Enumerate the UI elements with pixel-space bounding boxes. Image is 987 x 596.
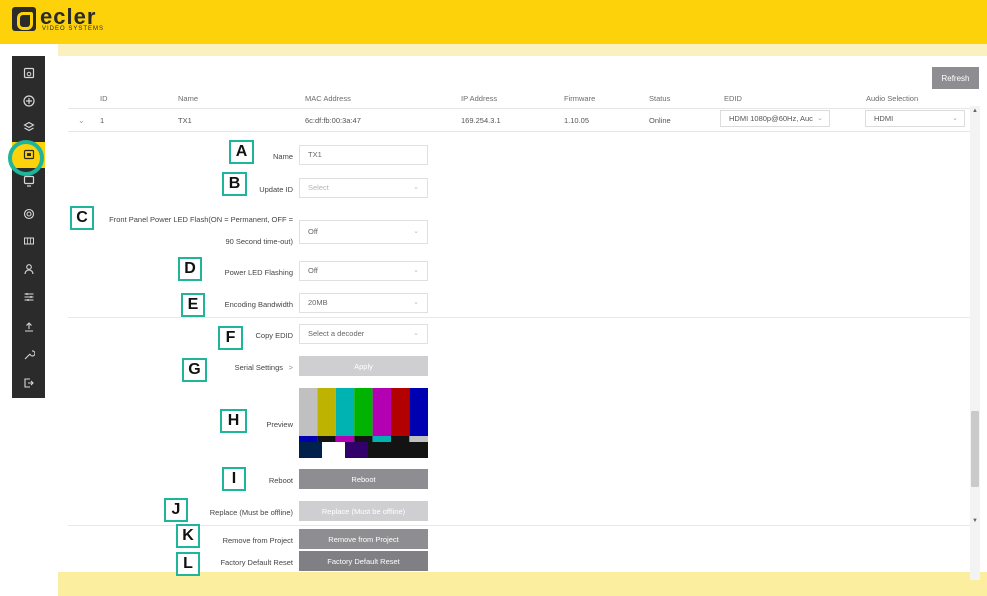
brand-logo: ecler VIDEO SYSTEMS [12,6,104,32]
chevron-down-icon: ⌄ [413,184,419,191]
scrollbar-thumb[interactable] [971,411,979,487]
edid-select[interactable]: HDMI 1080p@60Hz, Auc ⌄ [720,110,830,127]
power-led-label: Power LED Flashing [224,268,293,277]
name-input[interactable]: TX1 [299,145,428,165]
wrench-icon[interactable] [12,342,45,368]
row-name: TX1 [178,116,192,125]
brand-name: ecler [40,4,97,29]
logout-icon[interactable] [12,370,45,396]
plus-circle-icon[interactable] [12,88,45,114]
header-bar: ecler VIDEO SYSTEMS [0,0,987,44]
badge-d: D [178,257,202,281]
badge-h: H [220,409,247,433]
badge-l: L [176,552,200,576]
reboot-button[interactable]: Reboot [299,469,428,489]
bandwidth-select[interactable]: 20MB ⌄ [299,293,428,313]
screen-icon[interactable] [12,60,45,86]
led-flash-label-line2: 90 Second time-out) [225,237,293,246]
chevron-down-icon: ⌄ [413,299,419,306]
audio-selection-select[interactable]: HDMI ⌄ [865,110,965,127]
badge-b: B [222,172,247,196]
refresh-button[interactable]: Refresh [932,67,979,89]
scroll-up-arrow-icon[interactable]: ▲ [970,108,980,118]
header-audio-selection: Audio Selection [866,94,919,103]
chevron-down-icon: ⌄ [817,115,823,122]
active-item-highlight-ring [8,140,44,176]
badge-e: E [181,293,205,317]
section-divider [68,317,973,318]
update-id-select[interactable]: Select ⌄ [299,178,428,198]
chevron-down-icon: ⌄ [413,330,419,337]
layers-icon[interactable] [12,114,45,140]
sidebar [12,56,45,398]
content-top-band [58,44,987,56]
led-flash-label-line1: Front Panel Power LED Flash(ON = Permane… [109,215,293,224]
expand-row-chevron-icon[interactable]: ⌄ [78,116,85,125]
section-divider-2 [68,525,973,526]
copy-edid-select[interactable]: Select a decoder ⌄ [299,324,428,344]
header-edid: EDID [724,94,742,103]
brand-subtitle: VIDEO SYSTEMS [42,26,105,32]
row-ip: 169.254.3.1 [461,116,501,125]
scrollbar-track[interactable] [970,106,980,580]
chevron-down-icon: ⌄ [413,228,419,235]
row-mac: 6c:df:fb:00:3a:47 [305,116,361,125]
row-firmware: 1.10.05 [564,116,590,125]
replace-button[interactable]: Replace (Must be offline) [299,501,428,521]
badge-k: K [176,524,200,548]
header-divider [68,108,973,109]
header-id: ID [100,94,108,103]
app-window: ecler VIDEO SYSTEMS Refresh ID Name MAC … [0,0,987,596]
chevron-right-icon[interactable]: > [285,363,293,372]
header-mac: MAC Address [305,94,351,103]
led-flash-select[interactable]: Off ⌄ [299,220,428,244]
ecler-logo-icon [12,7,36,31]
sliders-icon[interactable] [12,284,45,310]
header-firmware: Firmware [564,94,596,103]
factory-reset-button[interactable]: Factory Default Reset [299,551,428,571]
remove-from-project-button[interactable]: Remove from Project [299,529,428,549]
scroll-down-arrow-icon[interactable]: ▼ [970,518,980,528]
badge-j: J [164,498,188,522]
apply-button[interactable]: Apply [299,356,428,376]
badge-f: F [218,326,243,350]
header-ip: IP Address [461,94,498,103]
row-status: Online [649,116,671,125]
upload-icon[interactable] [12,314,45,340]
preview-image [299,388,428,458]
badge-c: C [70,206,94,230]
badge-g: G [182,358,207,382]
badge-i: I [222,467,246,491]
user-icon[interactable] [12,256,45,282]
chevron-down-icon: ⌄ [952,115,958,122]
header-status: Status [649,94,671,103]
power-led-select[interactable]: Off ⌄ [299,261,428,281]
row-id: 1 [100,116,105,125]
badge-a: A [229,140,254,164]
header-name: Name [178,94,199,103]
wifi-icon[interactable] [12,201,45,227]
main-panel: Refresh ID Name MAC Address IP Address F… [58,56,987,580]
chevron-down-icon: ⌄ [413,267,419,274]
grid-icon[interactable] [12,228,45,254]
row-divider [68,131,973,132]
